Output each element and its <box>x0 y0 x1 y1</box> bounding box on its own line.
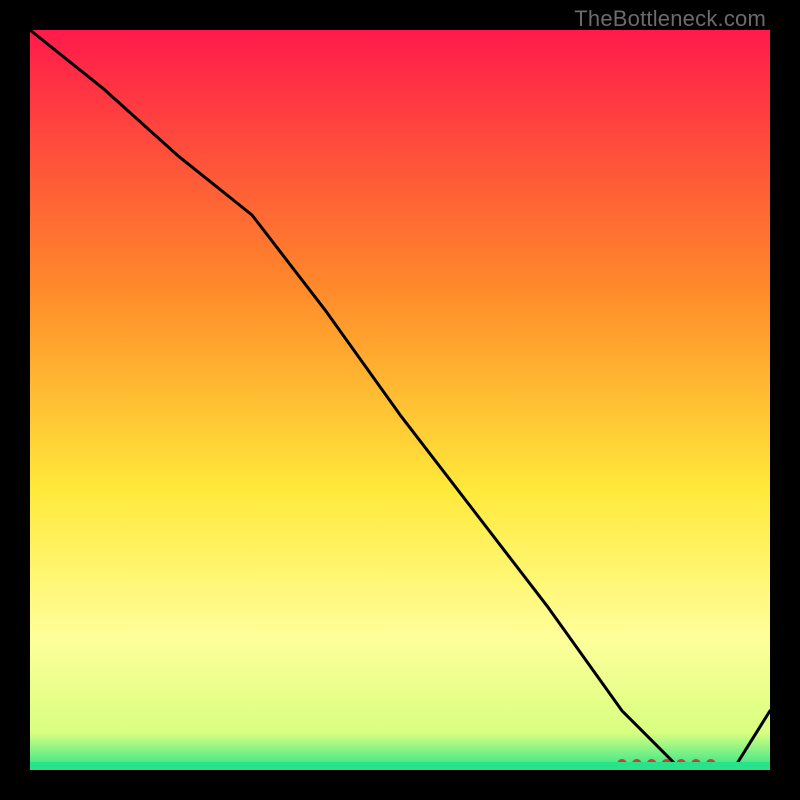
baseline-strip <box>30 762 770 770</box>
watermark-text: TheBottleneck.com <box>574 6 766 32</box>
chart-frame <box>30 30 770 770</box>
gradient-background <box>30 30 770 770</box>
line-chart <box>30 30 770 770</box>
